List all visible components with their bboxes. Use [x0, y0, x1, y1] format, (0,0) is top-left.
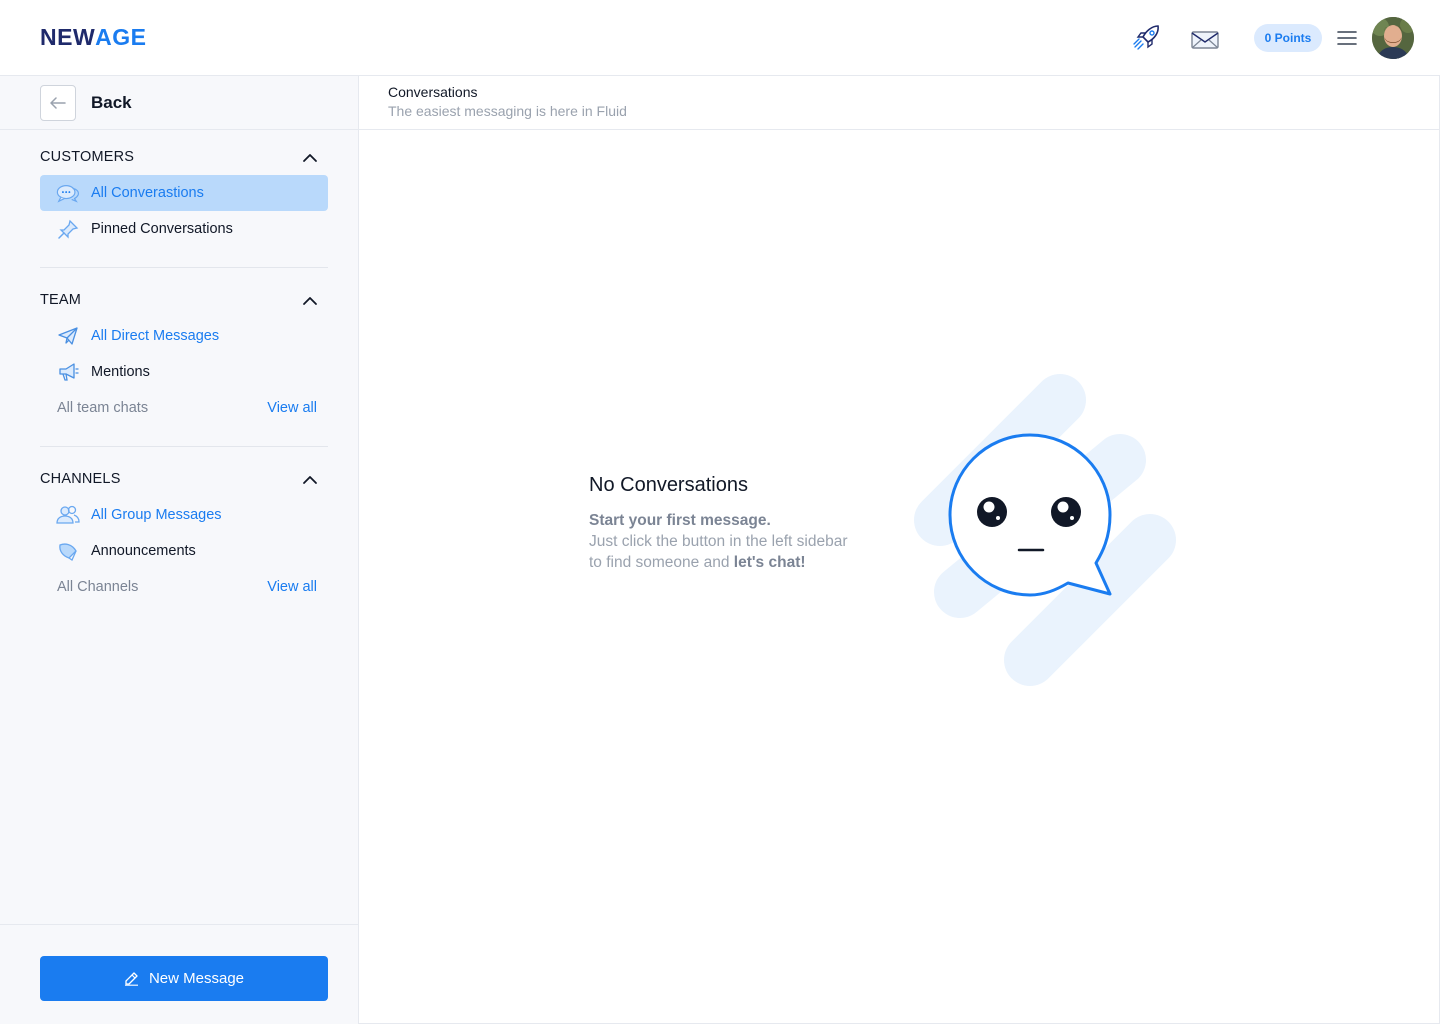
sidebar-item-pinned-conversations[interactable]: Pinned Conversations: [40, 211, 328, 247]
sidebar-item-label: Announcements: [91, 543, 196, 559]
empty-state-line1: Start your first message.: [589, 512, 771, 529]
logo-text-age: AGE: [95, 23, 147, 50]
empty-state-line3-bold: let's chat!: [733, 554, 806, 571]
chat-bubbles-icon: [56, 183, 80, 203]
team-chats-row: All team chats View all: [57, 400, 317, 420]
group-icon: [56, 505, 80, 525]
back-label[interactable]: Back: [91, 93, 132, 113]
view-all-team-link[interactable]: View all: [267, 400, 317, 416]
sidebar-item-label: Pinned Conversations: [91, 221, 233, 237]
sidebar-item-label: All Converastions: [91, 185, 204, 201]
announcement-icon: [56, 541, 80, 561]
divider: [40, 267, 328, 268]
pencil-icon: [124, 972, 138, 986]
empty-state-title: No Conversations: [589, 474, 748, 496]
sidebar-footer: New Message: [0, 924, 358, 1024]
sidebar-item-all-direct-messages[interactable]: All Direct Messages: [40, 318, 328, 354]
sidebar-item-label: All Group Messages: [91, 507, 222, 523]
logo-text-new: NEW: [40, 23, 96, 50]
divider: [40, 446, 328, 447]
mail-icon[interactable]: [1190, 28, 1220, 52]
sidebar: Back CUSTOMERS All Converastions Pinned …: [0, 76, 359, 1024]
sidebar-item-all-group-messages[interactable]: All Group Messages: [40, 497, 328, 533]
empty-state-line3-prefix: to find someone and: [589, 554, 734, 571]
points-badge[interactable]: 0 Points: [1254, 24, 1322, 52]
all-team-chats-label: All team chats: [57, 400, 149, 416]
channels-row: All Channels View all: [57, 579, 317, 599]
new-message-button[interactable]: New Message: [40, 956, 328, 1001]
back-button[interactable]: [40, 85, 76, 121]
arrow-left-icon: [50, 97, 66, 109]
page-subtitle: The easiest messaging is here in Fluid: [388, 103, 627, 119]
paper-plane-icon: [56, 326, 80, 346]
sidebar-item-announcements[interactable]: Announcements: [40, 533, 328, 569]
menu-icon[interactable]: [1336, 28, 1358, 48]
sidebar-item-label: All Direct Messages: [91, 328, 220, 344]
section-title-channels: CHANNELS: [40, 471, 121, 487]
sad-chat-bubble-illustration: [900, 360, 1190, 690]
pin-icon: [56, 219, 80, 239]
megaphone-icon: [56, 362, 80, 382]
section-title-team: TEAM: [40, 292, 82, 308]
new-message-label: New Message: [148, 970, 245, 987]
chevron-up-icon[interactable]: [302, 475, 318, 485]
sidebar-item-all-conversations[interactable]: All Converastions: [40, 175, 328, 211]
top-bar: NEW AGE 0 Points: [0, 0, 1440, 76]
chevron-up-icon[interactable]: [302, 153, 318, 163]
sidebar-item-label: Mentions: [91, 364, 150, 380]
page-title: Conversations: [388, 84, 478, 100]
section-title-customers: CUSTOMERS: [40, 149, 135, 165]
avatar[interactable]: [1372, 17, 1414, 59]
main-header: Conversations The easiest messaging is h…: [359, 76, 1440, 130]
back-row: Back: [0, 76, 358, 130]
empty-state-line2: Just click the button in the left sideba…: [589, 533, 848, 550]
logo[interactable]: NEW AGE: [40, 24, 147, 50]
sidebar-item-mentions[interactable]: Mentions: [40, 354, 328, 390]
chevron-up-icon[interactable]: [302, 296, 318, 306]
all-channels-label: All Channels: [57, 579, 139, 595]
rocket-icon[interactable]: [1130, 22, 1164, 54]
empty-state-text: Start your first message. Just click the…: [589, 510, 889, 573]
view-all-channels-link[interactable]: View all: [267, 579, 317, 595]
